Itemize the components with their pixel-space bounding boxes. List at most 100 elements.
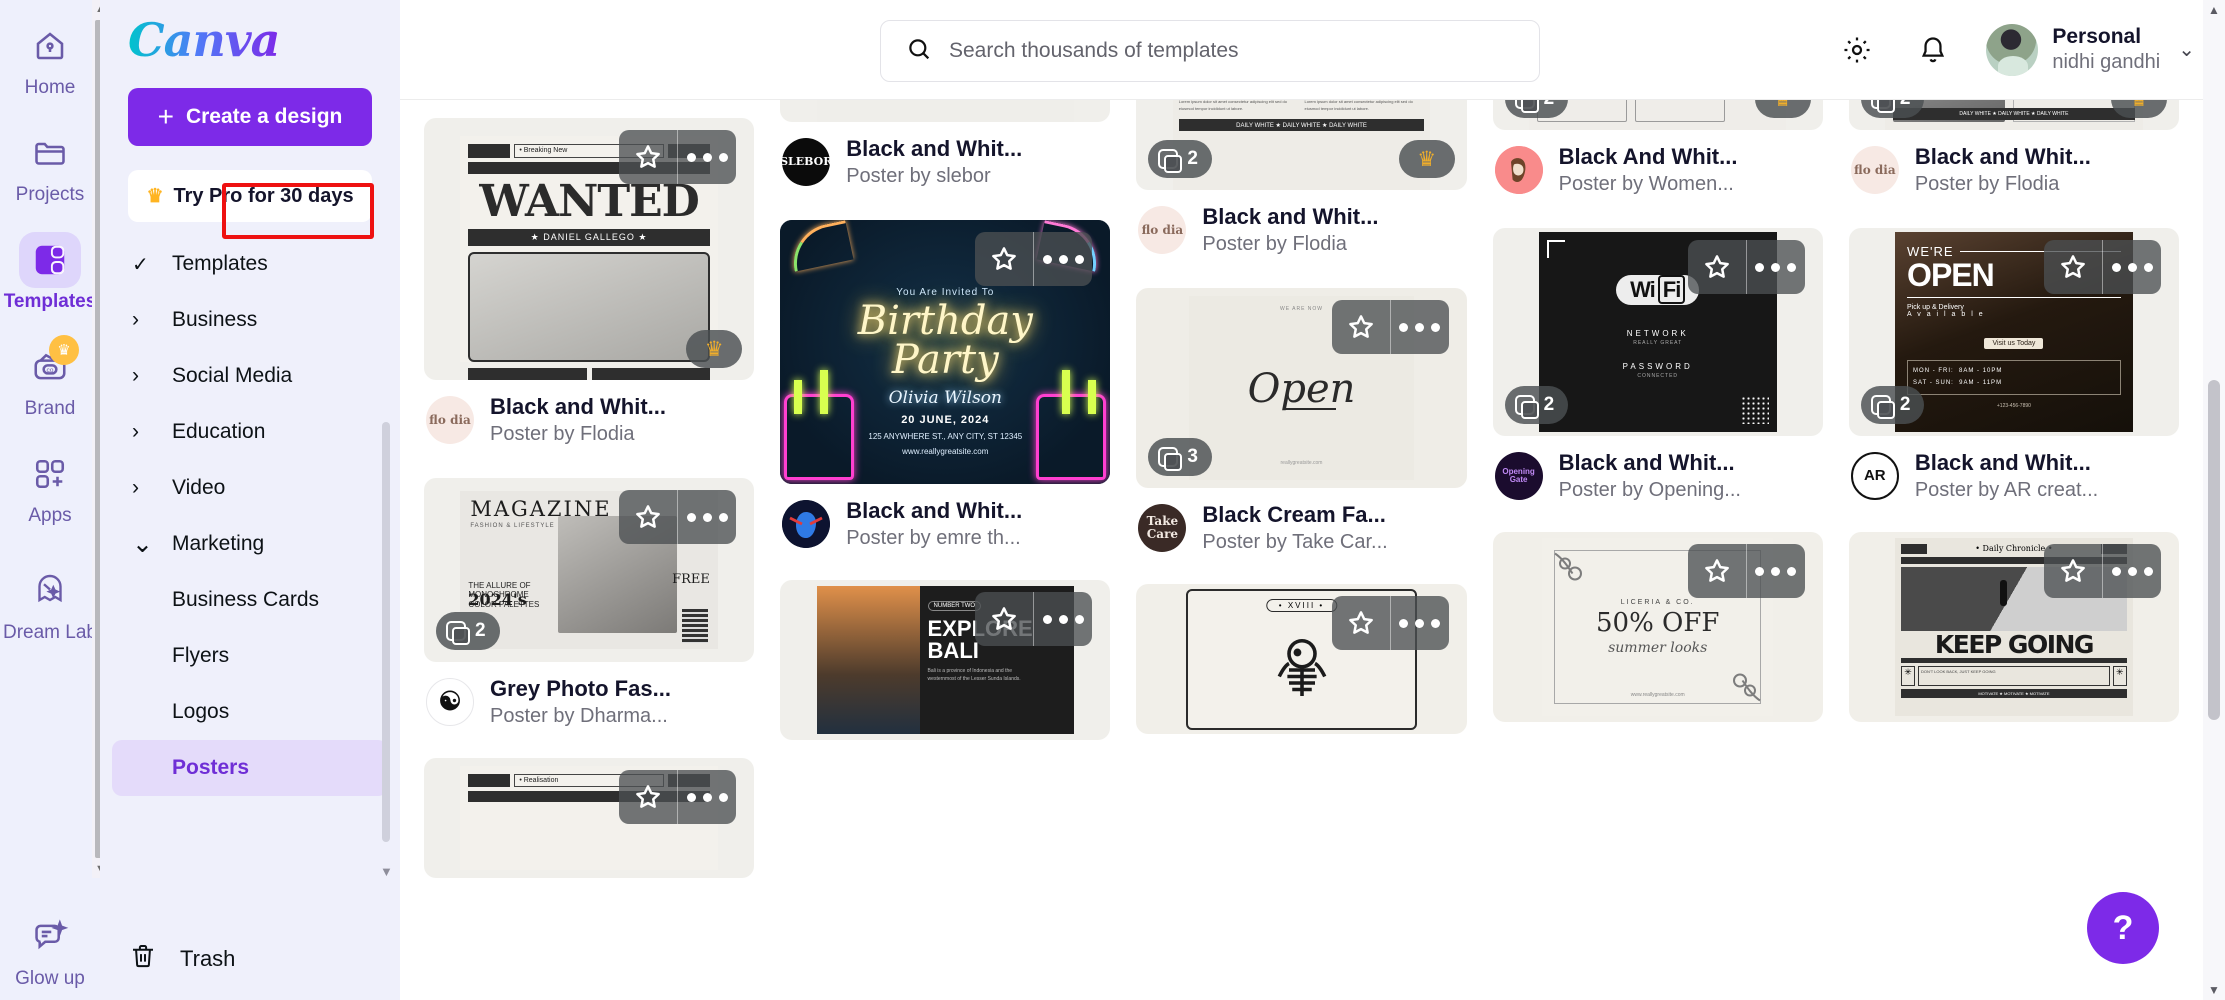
rail-item-home[interactable]: Home (4, 18, 96, 99)
card-author[interactable]: Poster by emre th... (846, 527, 1022, 550)
bell-icon[interactable] (1910, 27, 1956, 73)
panel-scroll-thumb[interactable] (382, 422, 390, 842)
card-hover-actions[interactable] (619, 770, 737, 824)
rail-item-brand[interactable]: co ♛ Brand (4, 335, 96, 420)
nav-item-marketing[interactable]: ⌄ Marketing (112, 516, 388, 572)
more-dots-icon[interactable] (678, 490, 736, 544)
nav-item-logos[interactable]: Logos (112, 684, 388, 740)
card-author[interactable]: Poster by Flodia (490, 423, 666, 446)
try-pro-button[interactable]: ♛ Try Pro for 30 days (128, 170, 372, 222)
card-author[interactable]: Poster by Women... (1559, 173, 1738, 196)
more-dots-icon[interactable] (678, 770, 736, 824)
template-thumbnail[interactable]: WE'RE OPEN Pick up & Delivery A v a i l … (1848, 228, 2180, 436)
create-a-design-button[interactable]: + Create a design (128, 88, 372, 146)
card-title[interactable]: Black and Whit... (1915, 144, 2091, 170)
rail-item-templates[interactable]: Templates (4, 232, 96, 313)
template-card[interactable]: You Are Invited To Birthday Party Olivia… (780, 220, 1111, 550)
panel-scrollbar[interactable]: ▼ (380, 422, 393, 879)
template-card[interactable]: MAGAZINE FASHION & LIFESTYLE THE ALLURE … (424, 478, 755, 728)
panel-scroll-down-icon[interactable]: ▼ (380, 864, 393, 879)
star-icon[interactable] (975, 592, 1033, 646)
star-icon[interactable] (619, 490, 677, 544)
star-icon[interactable] (1332, 596, 1390, 650)
card-hover-actions[interactable] (2044, 240, 2162, 294)
more-dots-icon[interactable] (1391, 596, 1449, 650)
template-thumbnail[interactable]: MAGAZINE FASHION & LIFESTYLE THE ALLURE … (424, 478, 755, 662)
nav-item-posters[interactable]: Posters (112, 740, 388, 796)
template-card[interactable]: NUMBER TWO EXPLOREBALI Bali is a provinc… (780, 580, 1111, 740)
template-card[interactable]: • Daily Chronicle • KEEP GOING ✳ DON'T LO… (1848, 532, 2180, 722)
card-title[interactable]: Black and Whit... (1202, 204, 1378, 230)
more-dots-icon[interactable] (1034, 232, 1092, 286)
nav-item-education[interactable]: › Education (112, 404, 388, 460)
card-title[interactable]: Black and Whit... (1559, 450, 1741, 476)
card-author[interactable]: Poster by slebor (846, 165, 1022, 188)
card-title[interactable]: Black And Whit... (1559, 144, 1738, 170)
card-author[interactable]: Poster by Flodia (1915, 173, 2091, 196)
nav-item-templates[interactable]: ✓ Templates (112, 236, 388, 292)
template-card[interactable]: • Realisation (424, 758, 755, 878)
scroll-down-arrow-icon[interactable]: ▼ (2208, 980, 2220, 1000)
card-hover-actions[interactable] (2044, 544, 2162, 598)
template-thumbnail[interactable]: • XVIII • (1136, 584, 1467, 734)
star-icon[interactable] (2044, 544, 2102, 598)
nav-item-flyers[interactable]: Flyers (112, 628, 388, 684)
card-title[interactable]: Black and Whit... (490, 394, 666, 420)
account-menu[interactable]: Personal nidhi gandhi ⌄ (1986, 23, 2195, 76)
template-thumbnail[interactable]: • Breaking New WANTED ★ DANIEL GALLEGO ★ (424, 118, 755, 380)
nav-item-video[interactable]: › Video (112, 460, 388, 516)
card-hover-actions[interactable] (1331, 596, 1449, 650)
star-icon[interactable] (1332, 300, 1390, 354)
more-dots-icon[interactable] (1391, 300, 1449, 354)
card-hover-actions[interactable] (1331, 300, 1449, 354)
trash-button[interactable]: Trash (100, 916, 400, 1000)
template-thumbnail[interactable]: LICERIA & CO. 50% OFF summer looks www.r… (1492, 532, 1823, 722)
nav-item-business[interactable]: › Business (112, 292, 388, 348)
template-thumbnail[interactable]: WE ARE NOW Open reallygreatsite.com 3 (1136, 288, 1467, 488)
help-button[interactable]: ? (2087, 892, 2159, 964)
star-icon[interactable] (2044, 240, 2102, 294)
card-author[interactable]: Poster by AR creat... (1915, 479, 2098, 502)
scroll-up-arrow-icon[interactable]: ▲ (2208, 0, 2220, 20)
template-card[interactable]: • XVIII • (1136, 584, 1467, 734)
content-scroll-thumb[interactable] (2208, 380, 2220, 720)
search-input[interactable]: Search thousands of templates (880, 20, 1540, 82)
template-card[interactable]: Wi Fi NETWORK REALLY GREAT PASSWORD CONNE… (1492, 228, 1823, 502)
card-title[interactable]: Black Cream Fa... (1202, 502, 1387, 528)
card-title[interactable]: Black and Whit... (846, 136, 1022, 162)
rail-item-apps[interactable]: Apps (4, 446, 96, 527)
rail-item-dream-lab[interactable]: Dream Lab (3, 563, 97, 644)
rail-item-projects[interactable]: Projects (4, 125, 96, 206)
template-thumbnail[interactable]: • Realisation (424, 758, 755, 878)
card-hover-actions[interactable] (975, 592, 1093, 646)
more-dots-icon[interactable] (2103, 544, 2161, 598)
template-thumbnail[interactable]: You Are Invited To Birthday Party Olivia… (780, 220, 1111, 484)
template-card[interactable]: WE ARE NOW Open reallygreatsite.com 3 Ta… (1136, 288, 1467, 554)
card-author[interactable]: Poster by Flodia (1202, 233, 1378, 256)
card-author[interactable]: Poster by Dharma... (490, 705, 671, 728)
template-card[interactable]: • Breaking New WANTED ★ DANIEL GALLEGO ★ (424, 118, 755, 446)
card-hover-actions[interactable] (1687, 240, 1805, 294)
more-dots-icon[interactable] (2103, 240, 2161, 294)
card-hover-actions[interactable] (975, 232, 1093, 286)
rail-item-glow-up[interactable]: Glow up (4, 909, 96, 990)
card-title[interactable]: Black and Whit... (1915, 450, 2098, 476)
template-card[interactable]: WE'RE OPEN Pick up & Delivery A v a i l … (1848, 228, 2180, 502)
more-dots-icon[interactable] (1747, 240, 1805, 294)
star-icon[interactable] (1688, 544, 1746, 598)
template-thumbnail[interactable]: NUMBER TWO EXPLOREBALI Bali is a provinc… (780, 580, 1111, 740)
card-hover-actions[interactable] (619, 490, 737, 544)
card-author[interactable]: Poster by Take Car... (1202, 531, 1387, 554)
card-title[interactable]: Black and Whit... (846, 498, 1022, 524)
template-thumbnail[interactable]: • Daily Chronicle • KEEP GOING ✳ DON'T LO… (1848, 532, 2180, 722)
card-author[interactable]: Poster by Opening... (1559, 479, 1741, 502)
more-dots-icon[interactable] (678, 130, 736, 184)
star-icon[interactable] (619, 130, 677, 184)
card-hover-actions[interactable] (619, 130, 737, 184)
more-dots-icon[interactable] (1747, 544, 1805, 598)
template-card[interactable]: LICERIA & CO. 50% OFF summer looks www.r… (1492, 532, 1823, 722)
nav-item-business-cards[interactable]: Business Cards (112, 572, 388, 628)
card-title[interactable]: Grey Photo Fas... (490, 676, 671, 702)
chevron-down-icon[interactable]: ⌄ (2178, 37, 2195, 62)
canva-logo[interactable]: Canva (100, 0, 400, 80)
